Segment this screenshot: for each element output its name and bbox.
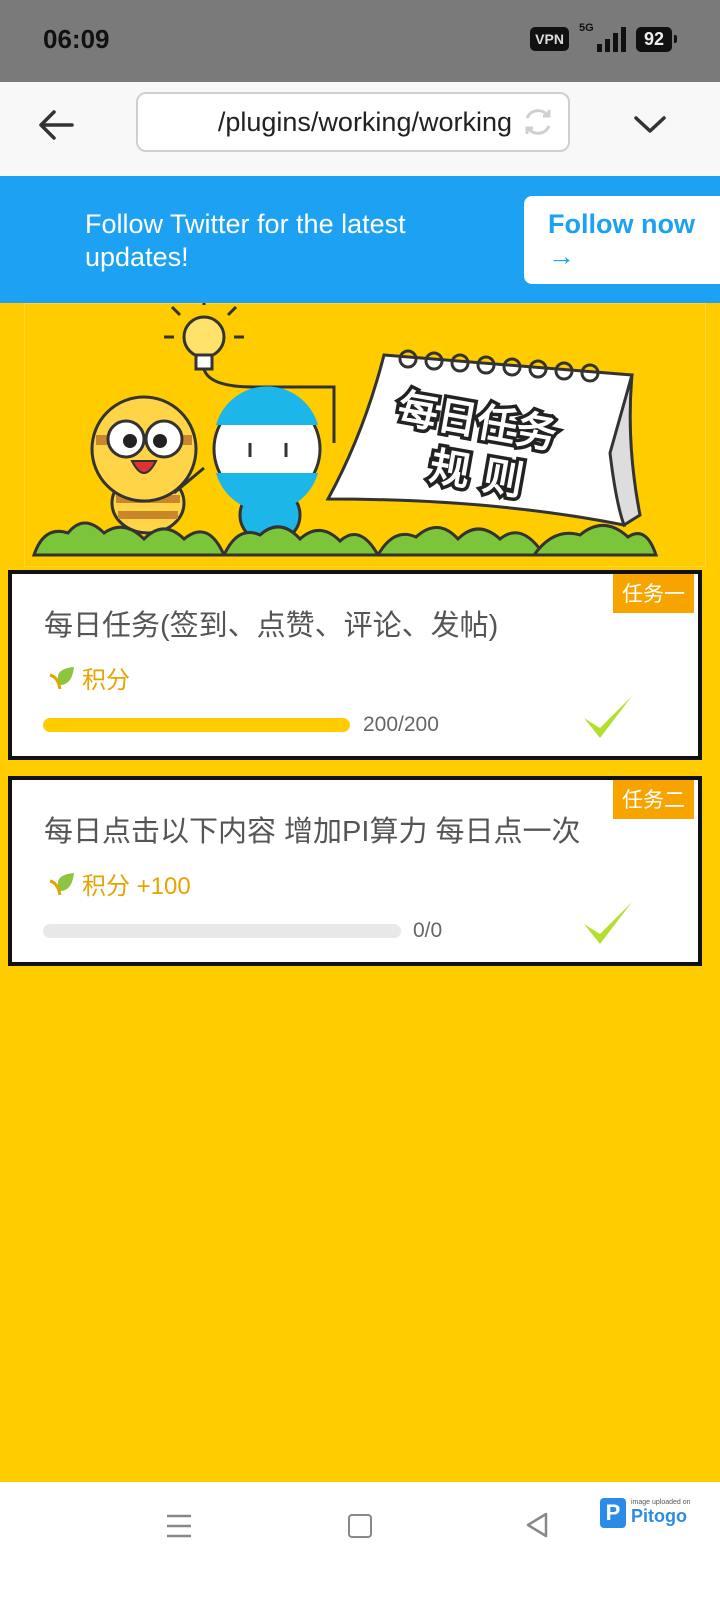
status-icons: VPN 5G 92 bbox=[530, 22, 678, 52]
task-reward: 积分 +100 bbox=[46, 866, 191, 901]
chevron-down-icon[interactable] bbox=[630, 104, 670, 144]
browser-toolbar: /plugins/working/working bbox=[0, 82, 720, 176]
progress-fill bbox=[43, 718, 350, 732]
task-reward-text: 积分 bbox=[82, 667, 130, 694]
pitogo-watermark: P image uploaded on Pitogo bbox=[600, 1498, 691, 1528]
daily-task-rules-illustration: 每日任务 规 则 bbox=[24, 303, 706, 567]
task-reward: 积分 bbox=[46, 660, 130, 695]
task-title: 每日点击以下内容 增加PI算力 每日点一次 bbox=[44, 816, 581, 848]
leaf-icon bbox=[49, 666, 74, 689]
status-bar: 06:09 VPN 5G 92 bbox=[0, 0, 720, 82]
status-time: 06:09 bbox=[43, 24, 110, 54]
progress-bar bbox=[43, 924, 401, 938]
twitter-banner: Follow Twitter for the latest updates! F… bbox=[0, 176, 720, 303]
leaf-icon bbox=[49, 872, 74, 895]
task-tag: 任务二 bbox=[613, 780, 694, 819]
battery-icon: 92 bbox=[635, 26, 678, 52]
system-nav-bar: P image uploaded on Pitogo bbox=[0, 1482, 720, 1604]
back-arrow-icon[interactable] bbox=[34, 102, 80, 148]
follow-now-button[interactable]: Follow now → bbox=[524, 196, 720, 284]
home-icon[interactable] bbox=[348, 1514, 372, 1538]
url-field[interactable]: /plugins/working/working bbox=[136, 92, 570, 152]
checkmark-icon bbox=[584, 696, 632, 738]
banner-message: Follow Twitter for the latest updates! bbox=[85, 209, 406, 272]
checkmark-icon bbox=[584, 902, 632, 944]
network-type: 5G bbox=[578, 22, 594, 34]
watermark-name: Pitogo bbox=[631, 1506, 687, 1526]
back-triangle-icon[interactable] bbox=[522, 1510, 552, 1540]
task-title: 每日任务(签到、点赞、评论、发帖) bbox=[44, 610, 499, 642]
task-reward-text: 积分 +100 bbox=[82, 873, 191, 900]
url-text: /plugins/working/working bbox=[217, 107, 512, 137]
progress-bar bbox=[43, 718, 350, 732]
progress-text: 0/0 bbox=[413, 919, 443, 942]
pitogo-logo-icon: P bbox=[600, 1498, 626, 1528]
reload-icon[interactable] bbox=[520, 104, 556, 140]
vpn-icon: VPN bbox=[530, 27, 569, 51]
task-card[interactable]: 任务一 每日任务(签到、点赞、评论、发帖) 积分 200/200 bbox=[8, 570, 702, 760]
progress-text: 200/200 bbox=[363, 713, 439, 736]
menu-icon[interactable] bbox=[165, 1512, 193, 1540]
task-tag: 任务一 bbox=[613, 574, 694, 613]
watermark-caption: image uploaded on bbox=[631, 1499, 691, 1506]
signal-icon: 5G bbox=[579, 22, 626, 52]
task-card[interactable]: 任务二 每日点击以下内容 增加PI算力 每日点一次 积分 +100 0/0 bbox=[8, 776, 702, 966]
